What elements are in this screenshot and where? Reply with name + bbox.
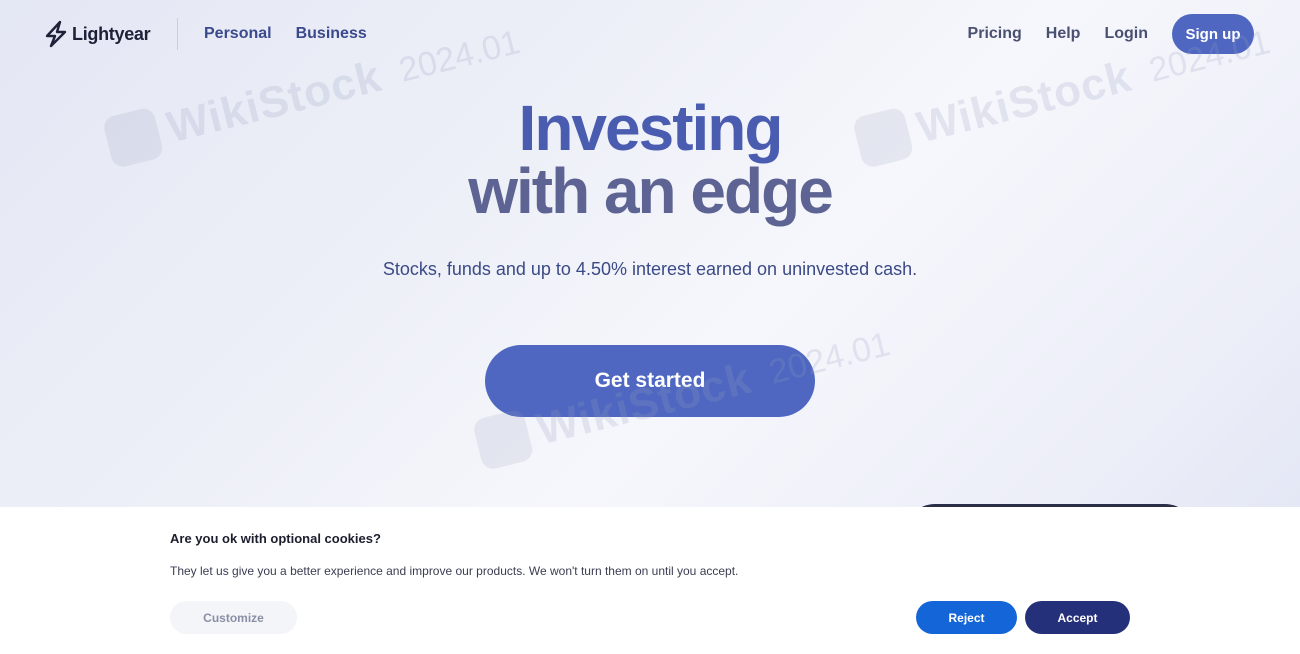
lightning-bolt-icon (45, 20, 67, 48)
nav-pricing-link[interactable]: Pricing (968, 14, 1022, 54)
nav-divider (177, 18, 178, 50)
get-started-button[interactable]: Get started (485, 345, 815, 417)
watermark-logo-icon (471, 408, 535, 472)
top-navigation: Lightyear Personal Business Pricing Help… (0, 0, 1300, 68)
cookie-consent-banner: Are you ok with optional cookies? They l… (0, 507, 1300, 654)
customize-cookies-button[interactable]: Customize (170, 601, 297, 634)
sign-up-button[interactable]: Sign up (1172, 14, 1254, 54)
brand-logo[interactable]: Lightyear (44, 20, 151, 48)
nav-help-link[interactable]: Help (1046, 14, 1081, 54)
cookie-banner-text: They let us give you a better experience… (170, 564, 739, 578)
segment-nav: Personal Business (204, 24, 367, 44)
account-nav: Pricing Help Login Sign up (968, 14, 1254, 54)
nav-business-link[interactable]: Business (296, 24, 367, 44)
hero-subtitle: Stocks, funds and up to 4.50% interest e… (382, 259, 918, 279)
nav-login-link[interactable]: Login (1104, 14, 1148, 54)
hero-title-line-1: Investing (518, 92, 784, 164)
cookie-banner-title: Are you ok with optional cookies? (170, 531, 381, 546)
accept-cookies-button[interactable]: Accept (1025, 601, 1130, 634)
hero-title-line-2: with an edge (468, 155, 834, 227)
logo-text: Lightyear (72, 23, 151, 44)
nav-personal-link[interactable]: Personal (204, 24, 272, 44)
reject-cookies-button[interactable]: Reject (916, 601, 1017, 634)
